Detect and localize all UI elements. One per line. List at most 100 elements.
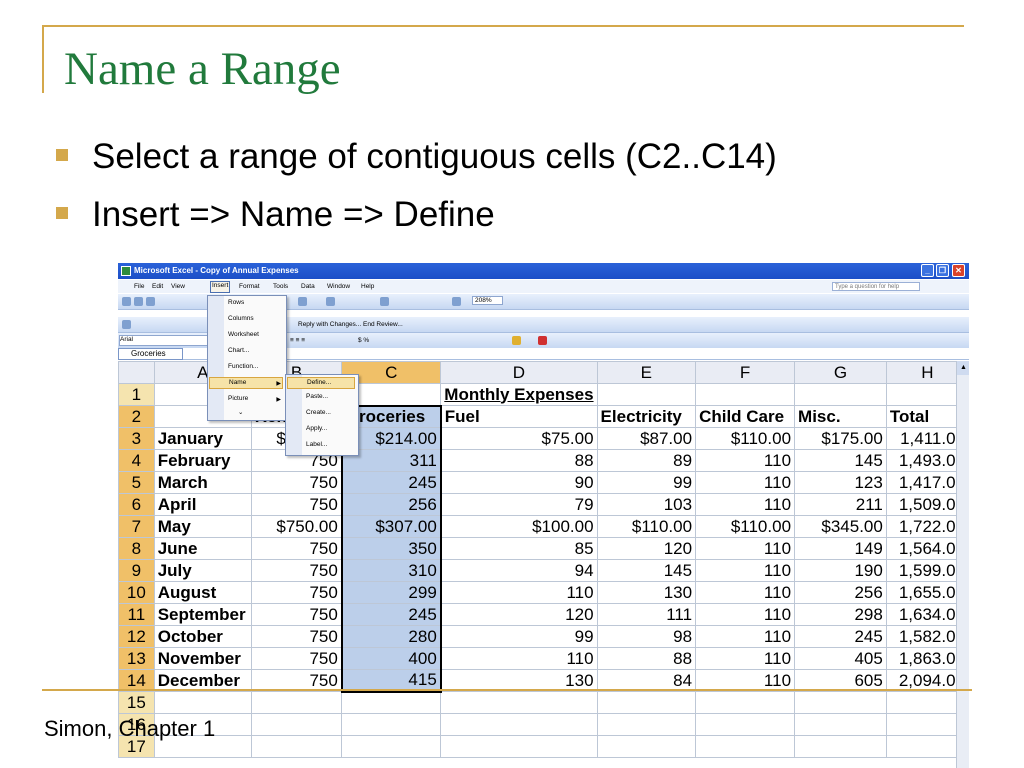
grid-cell[interactable] (440, 735, 598, 758)
grid-cell[interactable] (440, 713, 598, 736)
grid-cell[interactable]: September (153, 603, 252, 626)
menu-item-chart[interactable]: Chart... (228, 347, 249, 354)
restore-button[interactable]: ❐ (936, 264, 949, 277)
grid-cell[interactable] (695, 383, 796, 406)
grid-cell[interactable]: 299 (340, 581, 442, 604)
grid-cell[interactable]: 750 (250, 493, 343, 516)
row-header[interactable]: 1 (118, 383, 155, 406)
menu-item-label[interactable]: Label... (306, 441, 327, 448)
row-header[interactable]: 12 (118, 625, 155, 648)
grid-cell[interactable]: 190 (794, 559, 887, 582)
grid-cell[interactable] (695, 691, 796, 714)
row-header[interactable]: 2 (118, 405, 155, 428)
grid-cell[interactable]: 350 (340, 537, 442, 560)
grid-cell[interactable]: 88 (596, 647, 697, 670)
grid-cell[interactable]: 149 (794, 537, 887, 560)
grid-cell[interactable]: 110 (695, 559, 796, 582)
grid-cell[interactable]: October (153, 625, 252, 648)
grid-cell[interactable] (341, 735, 442, 758)
menu-help[interactable]: Help (361, 283, 374, 290)
grid-cell[interactable]: 110 (695, 471, 796, 494)
grid-cell[interactable]: 145 (596, 559, 697, 582)
grid-cell[interactable]: March (153, 471, 252, 494)
grid-cell[interactable]: Monthly Expenses (440, 383, 598, 406)
menu-tools[interactable]: Tools (273, 283, 288, 290)
grid-cell[interactable]: 103 (596, 493, 697, 516)
grid-cell[interactable]: 310 (340, 559, 442, 582)
grid-cell[interactable]: 211 (794, 493, 887, 516)
grid-cell[interactable]: Child Care (695, 405, 796, 428)
grid-cell[interactable] (596, 713, 697, 736)
grid-cell[interactable] (695, 735, 796, 758)
grid-cell[interactable]: $110.00 (596, 515, 697, 538)
grid-cell[interactable]: 110 (695, 647, 796, 670)
column-header[interactable]: D (440, 361, 598, 384)
grid-cell[interactable]: 750 (250, 625, 343, 648)
grid-cell[interactable]: 79 (440, 493, 598, 516)
column-header[interactable]: E (596, 361, 697, 384)
grid-cell[interactable]: August (153, 581, 252, 604)
grid-cell[interactable] (596, 383, 697, 406)
zoom-select[interactable]: 208% (472, 296, 503, 305)
menu-item-paste[interactable]: Paste... (306, 393, 328, 400)
grid-cell[interactable]: $307.00 (340, 515, 442, 538)
reviewing-text[interactable]: Reply with Changes... End Review... (298, 321, 403, 328)
grid-cell[interactable]: November (153, 647, 252, 670)
row-header[interactable]: 3 (118, 427, 155, 450)
grid-cell[interactable]: February (153, 449, 252, 472)
grid-cell[interactable] (794, 735, 887, 758)
grid-cell[interactable] (250, 691, 343, 714)
save-icon[interactable] (146, 297, 155, 306)
close-button[interactable]: ✕ (952, 264, 965, 277)
row-header[interactable]: 4 (118, 449, 155, 472)
grid-cell[interactable] (596, 691, 697, 714)
menu-item-function[interactable]: Function... (228, 363, 258, 370)
grid-cell[interactable]: 750 (250, 559, 343, 582)
grid-cell[interactable] (341, 713, 442, 736)
align-icons[interactable]: ≡ ≡ ≡ (290, 337, 305, 344)
row-header[interactable]: 11 (118, 603, 155, 626)
menu-insert[interactable]: Insert (210, 281, 231, 293)
row-header[interactable]: 7 (118, 515, 155, 538)
grid-cell[interactable]: $175.00 (794, 427, 887, 450)
grid-cell[interactable]: 145 (794, 449, 887, 472)
review-icon[interactable] (122, 320, 131, 329)
grid-cell[interactable]: Electricity (596, 405, 697, 428)
grid-cell[interactable] (695, 713, 796, 736)
grid-cell[interactable]: April (153, 493, 252, 516)
menu-edit[interactable]: Edit (152, 283, 163, 290)
grid-cell[interactable]: $345.00 (794, 515, 887, 538)
grid-cell[interactable]: 750 (250, 537, 343, 560)
grid-cell[interactable]: $100.00 (440, 515, 598, 538)
grid-cell[interactable]: 110 (695, 581, 796, 604)
menu-item-define[interactable]: Define... (287, 377, 355, 389)
grid-cell[interactable]: 110 (440, 647, 598, 670)
grid-cell[interactable]: $75.00 (440, 427, 598, 450)
grid-cell[interactable]: 750 (250, 581, 343, 604)
vertical-scrollbar[interactable]: ▲ (956, 361, 969, 768)
grid-cell[interactable] (250, 713, 343, 736)
grid-cell[interactable]: June (153, 537, 252, 560)
grid-cell[interactable]: $87.00 (596, 427, 697, 450)
fill-color-icon[interactable] (512, 336, 521, 345)
grid-cell[interactable]: 110 (695, 493, 796, 516)
sum-icon[interactable] (380, 297, 389, 306)
grid-cell[interactable]: July (153, 559, 252, 582)
grid-cell[interactable] (250, 735, 343, 758)
grid-cell[interactable]: Fuel (440, 405, 598, 428)
menu-item-apply[interactable]: Apply... (306, 425, 327, 432)
grid-cell[interactable]: $110.00 (695, 515, 796, 538)
grid-cell[interactable]: 110 (440, 581, 598, 604)
menu-data[interactable]: Data (301, 283, 315, 290)
menu-format[interactable]: Format (239, 283, 260, 290)
grid-cell[interactable] (596, 735, 697, 758)
menu-item-worksheet[interactable]: Worksheet (228, 331, 259, 338)
grid-cell[interactable]: May (153, 515, 252, 538)
menu-item-picture[interactable]: Picture (228, 395, 248, 402)
grid-cell[interactable]: January (153, 427, 252, 450)
grid-cell[interactable]: 111 (596, 603, 697, 626)
chart-wizard-icon[interactable] (452, 297, 461, 306)
grid-cell[interactable]: 405 (794, 647, 887, 670)
grid-cell[interactable]: 120 (440, 603, 598, 626)
menu-item-rows[interactable]: Rows (228, 299, 244, 306)
